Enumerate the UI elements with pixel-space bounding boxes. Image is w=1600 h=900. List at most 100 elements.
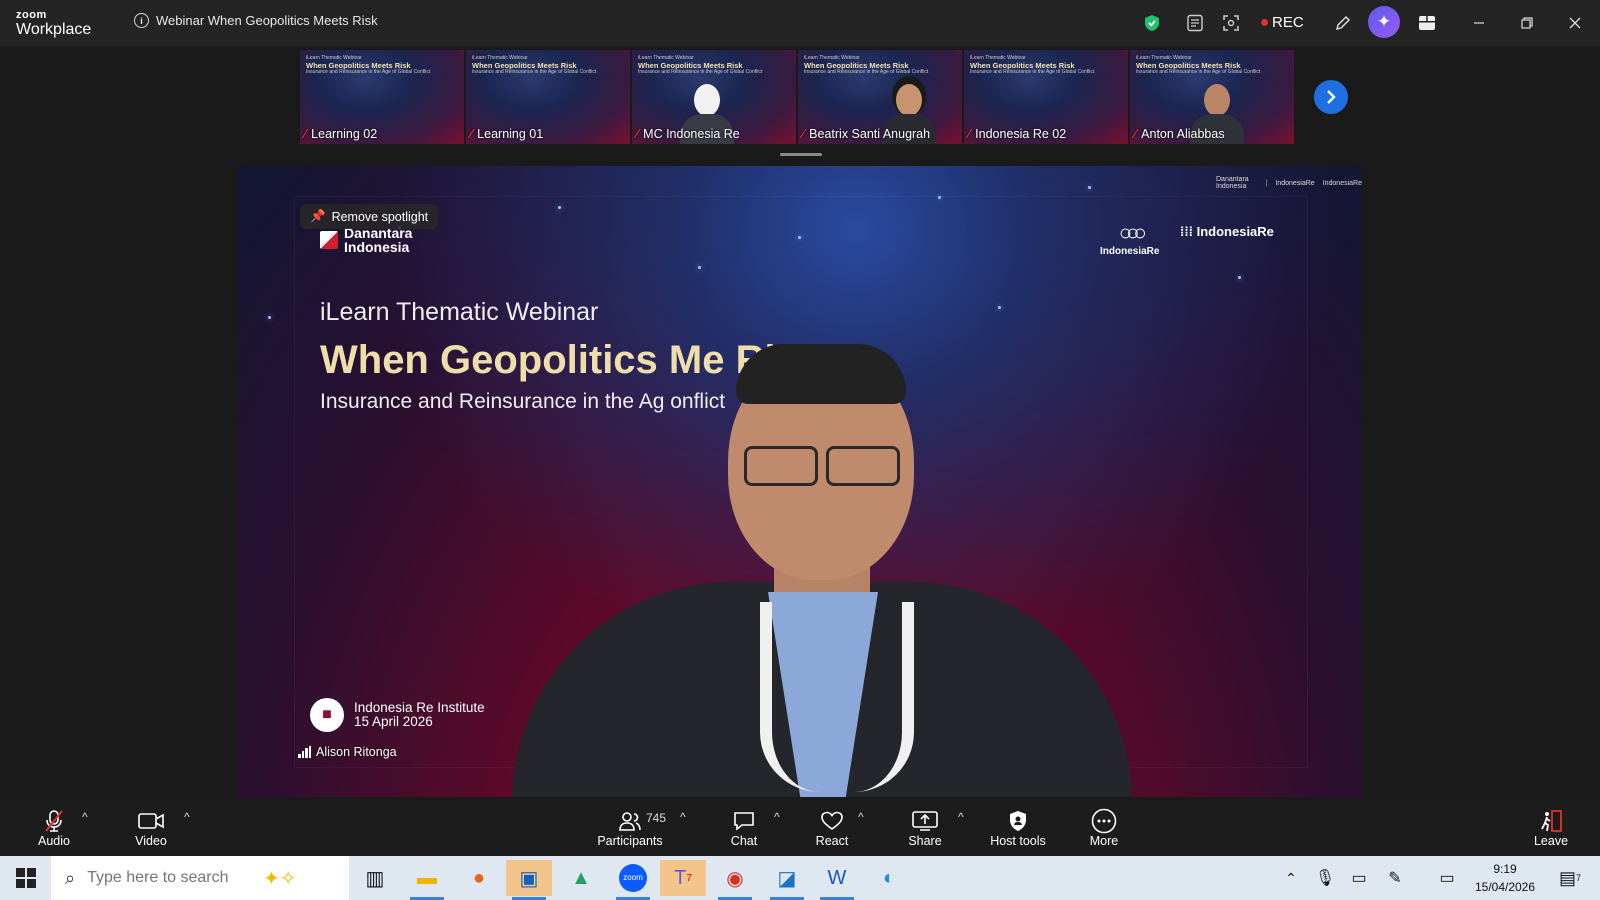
zoom-app-icon[interactable]: zoom — [610, 860, 656, 900]
leave-door-icon — [1539, 808, 1563, 834]
participant-label: ⁄ Learning 02 — [304, 126, 378, 141]
clock-date: 15/04/2026 — [1474, 880, 1536, 894]
audio-options-caret[interactable]: ^ — [82, 810, 88, 824]
participant-count: 745 — [646, 811, 667, 825]
danantara-mark-icon — [320, 231, 338, 249]
brand-name: Workplace — [16, 21, 92, 38]
participant-label: ⁄ Beatrix Santi Anugrah — [802, 126, 931, 141]
background-particle — [268, 316, 271, 319]
muted-mic-icon: ⁄ — [636, 126, 639, 141]
video-camera-icon: ■ — [310, 698, 344, 732]
more-button[interactable]: More — [1084, 800, 1124, 856]
more-dots-icon — [1091, 808, 1117, 834]
outlook-icon[interactable]: ▣ — [506, 860, 552, 900]
participant-tile[interactable]: iLearn Thematic Webinar When Geopolitics … — [300, 50, 464, 144]
participant-label: ⁄ MC Indonesia Re — [636, 126, 740, 141]
photos-icon[interactable]: ◪ — [764, 860, 810, 900]
chrome-icon[interactable]: ◉ — [712, 860, 758, 900]
windows-taskbar: ⌕ ✦✧ ▥ ▬ ● ▣ ▲ zoom T7 ◉ ◪ W ◐ ⌃ 🎙 ▭ ✎ ▭… — [0, 856, 1600, 900]
participants-options-caret[interactable]: ^ — [680, 810, 686, 824]
show-hidden-icons-chevron-up-icon[interactable]: ⌃ — [1278, 860, 1304, 896]
view-grid-icon[interactable] — [1416, 12, 1438, 34]
annotate-pencil-icon[interactable] — [1332, 12, 1354, 34]
pin-icon: 📌 — [310, 209, 326, 223]
chat-options-caret[interactable]: ^ — [774, 810, 780, 824]
leave-button[interactable]: Leave — [1532, 800, 1570, 856]
participant-tile[interactable]: iLearn Thematic Webinar When Geopolitics … — [964, 50, 1128, 144]
meeting-title: Webinar When Geopolitics Meets Risk — [156, 13, 378, 28]
taskbar-search[interactable]: ⌕ ✦✧ — [51, 856, 349, 900]
participant-tile[interactable]: iLearn Thematic Webinar When Geopolitics … — [798, 50, 962, 144]
display-icon[interactable]: ▭ — [1346, 860, 1372, 896]
recording-indicator[interactable]: REC — [1261, 14, 1304, 31]
windows-start-button[interactable] — [16, 868, 36, 888]
minimize-icon[interactable] — [1468, 12, 1490, 34]
firefox-icon[interactable]: ● — [456, 860, 502, 896]
search-input[interactable] — [85, 868, 260, 888]
search-icon: ⌕ — [65, 867, 76, 888]
heart-icon — [820, 808, 844, 834]
close-icon[interactable] — [1564, 12, 1586, 34]
more-label: More — [1089, 834, 1119, 848]
react-button[interactable]: React — [812, 800, 852, 856]
ai-companion-button[interactable]: ✦ — [1368, 6, 1400, 38]
video-camera-icon — [138, 808, 164, 834]
search-highlight-icon: ✦✧ — [263, 867, 297, 890]
remove-spotlight-button[interactable]: 📌 Remove spotlight — [300, 204, 439, 229]
participants-button[interactable]: Participants — [594, 800, 666, 856]
chat-button[interactable]: Chat — [724, 800, 764, 856]
participant-tile[interactable]: iLearn Thematic Webinar When Geopolitics … — [632, 50, 796, 144]
participant-tile[interactable]: iLearn Thematic Webinar When Geopolitics … — [466, 50, 630, 144]
video-button[interactable]: Video — [130, 800, 172, 856]
leave-label: Leave — [1533, 834, 1569, 848]
top-logo-indonesiare: IndonesiaRe — [1275, 179, 1315, 187]
next-page-button[interactable] — [1314, 80, 1348, 114]
info-icon[interactable]: i — [134, 13, 149, 28]
danantara-logo: Danantara Indonesia — [320, 226, 412, 254]
captions-icon[interactable] — [1184, 12, 1206, 34]
share-button[interactable]: Share — [904, 800, 946, 856]
encryption-shield-icon[interactable] — [1141, 12, 1163, 34]
participant-tile[interactable]: iLearn Thematic Webinar When Geopolitics … — [1130, 50, 1294, 144]
spotlight-video[interactable]: Danantara Indonesia | IndonesiaRe Indone… — [238, 166, 1362, 797]
react-options-caret[interactable]: ^ — [858, 810, 864, 824]
host-tools-button[interactable]: Host tools — [984, 800, 1052, 856]
file-explorer-icon[interactable]: ▬ — [404, 860, 450, 900]
word-icon[interactable]: W — [814, 860, 860, 900]
video-options-caret[interactable]: ^ — [184, 810, 190, 824]
dots-grid-icon: ⁞⁞⁞ — [1180, 224, 1197, 239]
focus-view-icon[interactable] — [1220, 12, 1242, 34]
participant-label: ⁄ Learning 01 — [470, 126, 544, 141]
top-logos: Danantara Indonesia | IndonesiaRe Indone… — [1216, 176, 1362, 190]
slide-pretitle: iLearn Thematic Webinar — [320, 298, 599, 326]
google-drive-icon[interactable]: ▲ — [558, 860, 604, 896]
indonesiare-institute-logo: ⁞⁞⁞ IndonesiaRe — [1180, 224, 1274, 239]
audio-button[interactable]: Audio — [34, 800, 74, 856]
notification-center-icon[interactable]: ▤ 7 — [1552, 860, 1588, 896]
participants-label: Participants — [597, 834, 663, 848]
pen-icon[interactable]: ✎ — [1382, 860, 1408, 896]
host-tools-label: Host tools — [990, 834, 1046, 848]
video-label: Video — [135, 834, 167, 848]
participant-label: ⁄ Indonesia Re 02 — [968, 126, 1067, 141]
participant-label: ⁄ Anton Aliabbas — [1134, 126, 1225, 141]
zoom-workplace-logo: zoom Workplace — [16, 10, 91, 38]
chat-bubble-icon — [733, 808, 755, 834]
taskbar-clock[interactable]: 9:19 15/04/2026 — [1468, 860, 1542, 896]
share-options-caret[interactable]: ^ — [958, 810, 964, 824]
task-view-icon[interactable]: ▥ — [352, 860, 398, 896]
signal-strength-icon — [298, 746, 311, 758]
meeting-info[interactable]: i Webinar When Geopolitics Meets Risk — [134, 13, 378, 28]
restore-icon[interactable] — [1516, 12, 1538, 34]
muted-mic-icon — [43, 808, 65, 834]
resize-handle[interactable] — [780, 153, 822, 156]
teams-icon[interactable]: T7 — [660, 860, 706, 896]
meeting-toolbar: Audio ^ Video ^ Participants 745 ^ Chat … — [0, 800, 1600, 856]
title-bar: zoom Workplace i Webinar When Geopolitic… — [0, 0, 1600, 46]
background-particle — [1088, 186, 1091, 189]
top-logo-danantara: Danantara Indonesia — [1216, 176, 1249, 190]
edge-icon[interactable]: ◐ — [866, 860, 912, 896]
touch-keyboard-icon[interactable]: ▭ — [1434, 860, 1460, 896]
remove-spotlight-label: Remove spotlight — [331, 209, 429, 224]
microphone-icon[interactable]: 🎙 — [1312, 860, 1338, 896]
